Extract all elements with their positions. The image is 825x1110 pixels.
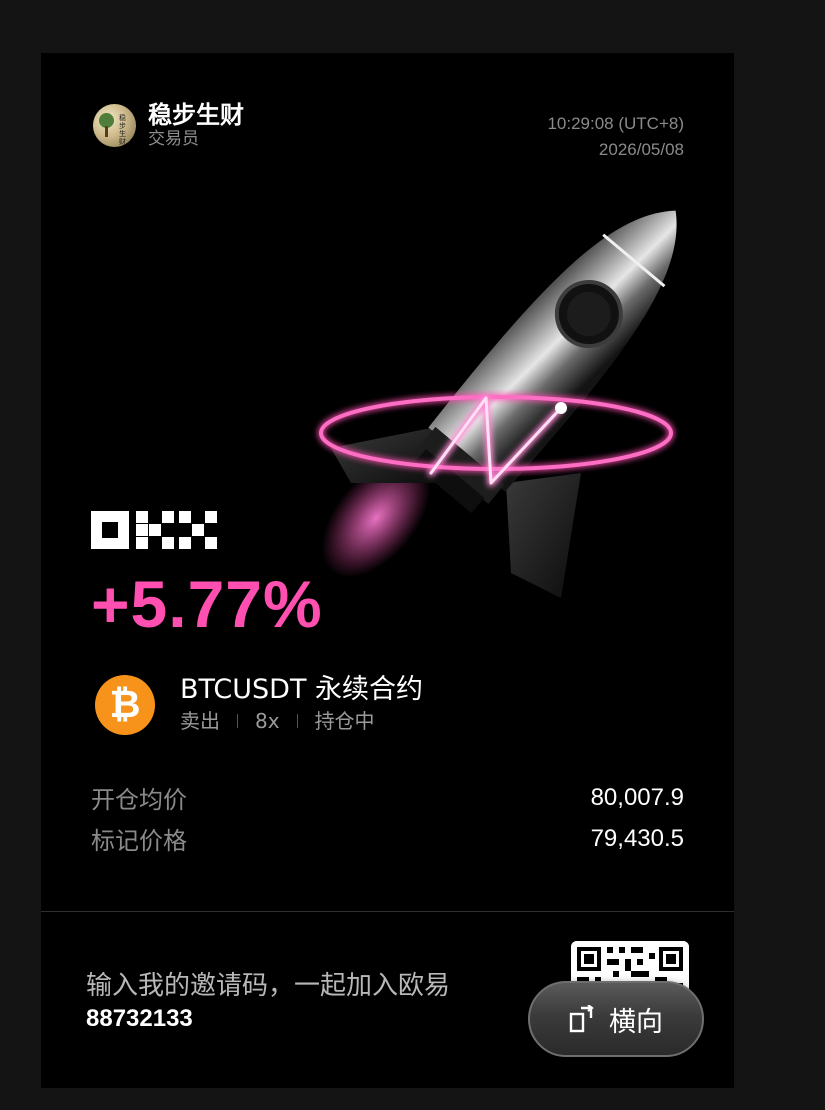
contract-meta: 卖出 8x 持仓中 <box>180 707 423 735</box>
okx-logo <box>91 511 217 549</box>
share-card: 稳步生财 稳步生财 交易员 10:29:08 (UTC+8) 2026/05/0… <box>41 53 734 1088</box>
landscape-toggle-button[interactable]: 横向 <box>528 981 704 1057</box>
leverage: 8x <box>255 709 280 733</box>
divider <box>296 714 298 728</box>
contract-info: BTCUSDT 永续合约 卖出 8x 持仓中 <box>180 673 423 735</box>
timestamp: 10:29:08 (UTC+8) 2026/05/08 <box>547 111 684 163</box>
stat-row-entry-price: 开仓均价 80,007.9 <box>91 780 684 815</box>
position-side: 卖出 <box>180 709 220 733</box>
stat-label: 标记价格 <box>91 827 187 855</box>
timestamp-date: 2026/05/08 <box>598 140 684 159</box>
landscape-toggle-label: 横向 <box>609 1006 663 1038</box>
bitcoin-icon: ₿ <box>95 675 155 735</box>
divider <box>41 911 734 912</box>
contract-name: BTCUSDT 永续合约 <box>180 674 424 705</box>
pnl-percentage: +5.77% <box>91 567 323 641</box>
stat-value: 80,007.9 <box>590 783 684 811</box>
timestamp-time: 10:29:08 (UTC+8) <box>547 114 684 133</box>
trader-header: 稳步生财 稳步生财 交易员 <box>93 101 244 149</box>
position-status: 持仓中 <box>314 709 375 733</box>
invite-text: 输入我的邀请码，一起加入欧易 <box>86 971 451 1001</box>
stat-value: 79,430.5 <box>590 824 684 852</box>
invite-code: 88732133 <box>86 1005 193 1032</box>
stat-row-mark-price: 标记价格 79,430.5 <box>91 821 684 856</box>
divider <box>237 714 238 728</box>
rotate-landscape-icon <box>569 1005 594 1033</box>
stat-label: 开仓均价 <box>91 786 187 814</box>
rocket-illustration <box>317 210 677 598</box>
trader-name: 稳步生财 <box>148 101 244 129</box>
trader-role: 交易员 <box>148 129 199 149</box>
trader-avatar: 稳步生财 <box>93 103 136 147</box>
